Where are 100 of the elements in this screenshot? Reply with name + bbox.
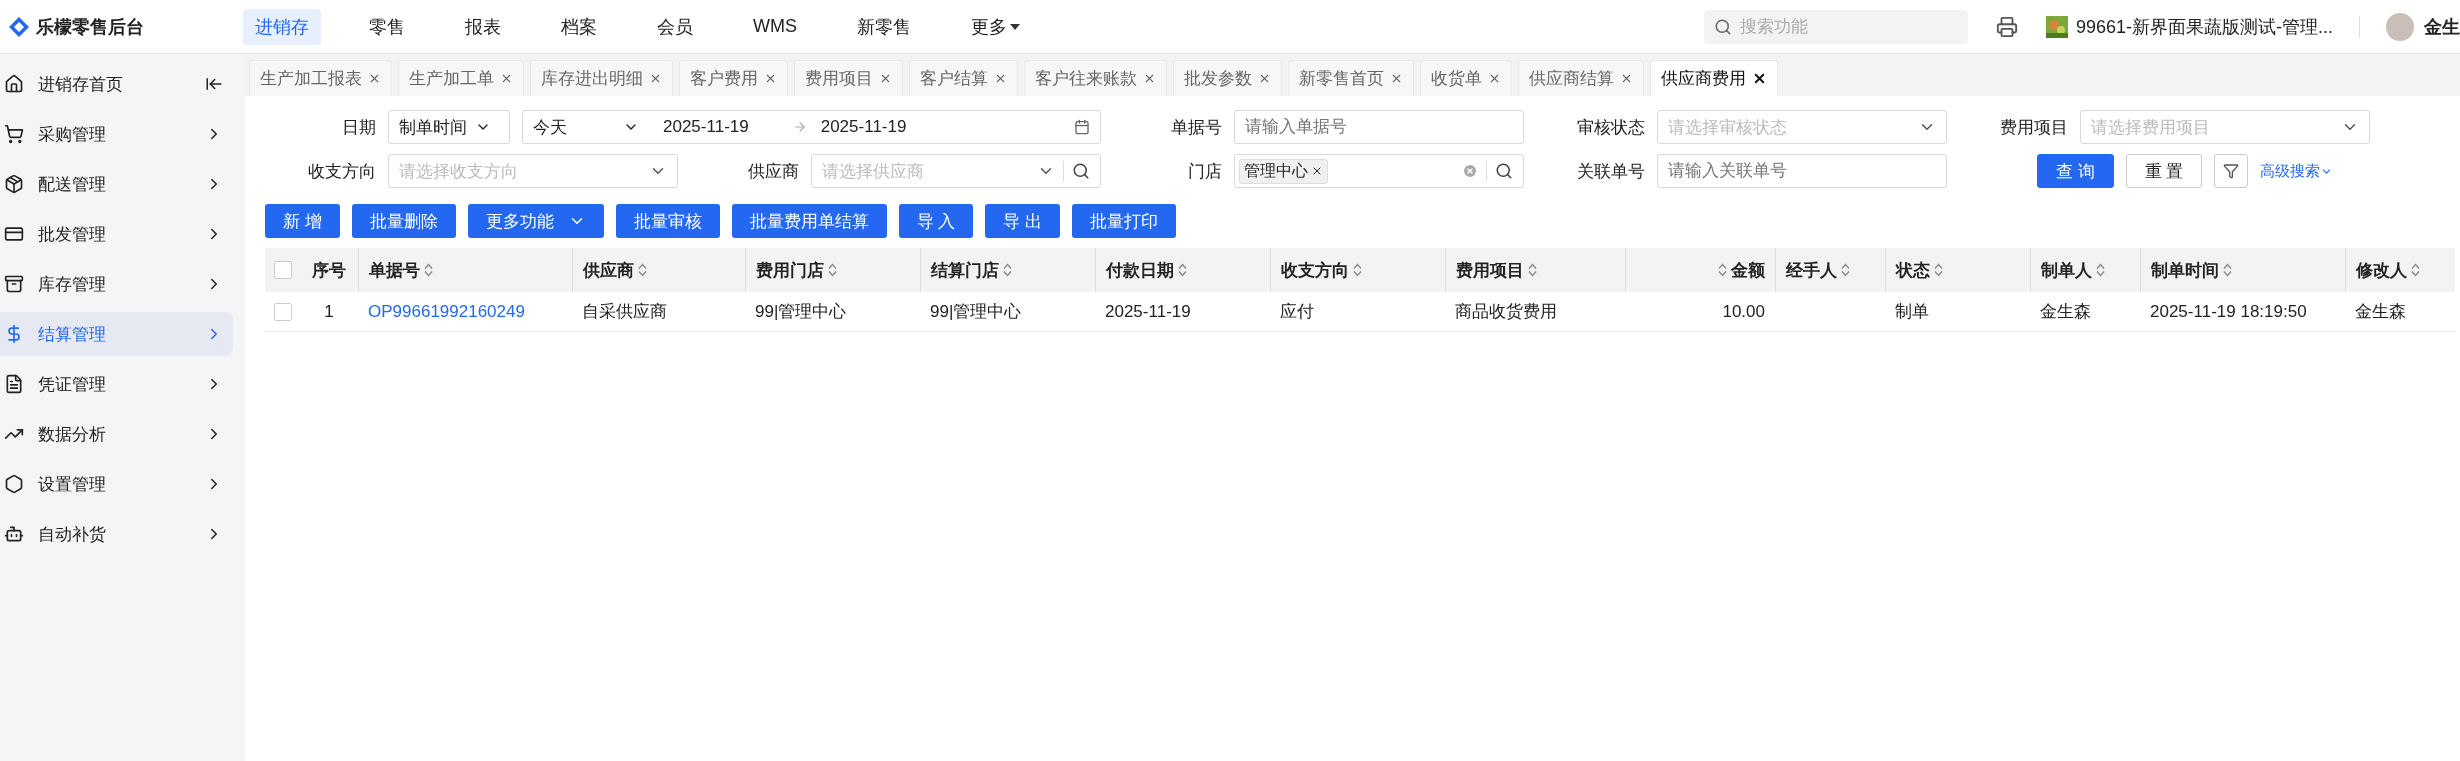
collapse-icon[interactable] <box>205 75 223 93</box>
column-header[interactable]: 制单人 <box>2030 248 2140 292</box>
sidebar-item[interactable]: 进销存首页 <box>0 62 233 106</box>
nav-item[interactable]: 新零售 <box>845 8 923 45</box>
action-button[interactable]: 导 出 <box>985 204 1061 238</box>
page-tab[interactable]: 库存进出明细 <box>530 60 673 96</box>
sidebar-item[interactable]: 凭证管理 <box>0 362 233 406</box>
column-header[interactable]: 供应商 <box>572 248 745 292</box>
table-cell: 商品收货费用 <box>1445 292 1625 332</box>
column-header[interactable]: 费用门店 <box>745 248 920 292</box>
sort-icon[interactable] <box>1841 263 1850 277</box>
action-button[interactable]: 批量删除 <box>351 204 456 238</box>
page-tab[interactable]: 收货单 <box>1420 60 1512 96</box>
page-tab[interactable]: 批发参数 <box>1173 60 1282 96</box>
sidebar-item[interactable]: 批发管理 <box>0 212 233 256</box>
nav-item[interactable]: 更多 <box>959 8 1032 45</box>
sort-icon[interactable] <box>1934 263 1943 277</box>
page-tab[interactable]: 客户结算 <box>909 60 1018 96</box>
user-avatar[interactable] <box>2386 12 2414 41</box>
close-icon[interactable] <box>1752 71 1767 86</box>
sort-icon[interactable] <box>1718 263 1727 277</box>
sort-icon[interactable] <box>2411 263 2420 277</box>
page-tab[interactable]: 供应商费用 <box>1650 60 1778 96</box>
table-cell: 2025-11-19 18:19:50 <box>2140 292 2345 332</box>
sort-icon[interactable] <box>828 263 837 277</box>
action-button[interactable]: 新 增 <box>265 204 340 238</box>
column-header[interactable]: 金额 <box>1625 248 1775 292</box>
user-name[interactable]: 金生 <box>2424 14 2460 39</box>
table-cell: 10.00 <box>1625 292 1775 332</box>
action-button[interactable]: 批量打印 <box>1072 204 1177 238</box>
store-switcher[interactable]: 99661-新界面果蔬版测试-管理... <box>2045 14 2333 39</box>
date-range-field[interactable]: 今天 2025-11-19 2025-11-19 <box>522 110 1101 144</box>
sort-icon[interactable] <box>1178 263 1187 277</box>
nav-item[interactable]: 进销存 <box>243 8 321 45</box>
nav-item[interactable]: 会员 <box>645 8 705 45</box>
start-date: 2025-11-19 <box>663 117 749 137</box>
advanced-search-link[interactable]: 高级搜索 <box>2260 161 2334 181</box>
input-field[interactable]: 请输入关联单号 <box>1657 154 1947 188</box>
sidebar-item[interactable]: 采购管理 <box>0 112 233 156</box>
page-tab[interactable]: 新零售首页 <box>1288 60 1414 96</box>
field-label: 日期 <box>341 116 377 139</box>
nav-item[interactable]: WMS <box>741 10 809 43</box>
search-icon <box>1495 162 1513 180</box>
sort-icon[interactable] <box>1353 263 1362 277</box>
checkbox[interactable] <box>273 261 292 279</box>
sidebar-item[interactable]: 库存管理 <box>0 262 233 306</box>
table-cell: 金生森 <box>2345 292 2455 332</box>
sidebar-item[interactable]: 结算管理 <box>0 312 233 356</box>
column-header[interactable]: 收支方向 <box>1270 248 1445 292</box>
page-tab[interactable]: 客户费用 <box>679 60 788 96</box>
column-header[interactable]: 修改人 <box>2345 248 2455 292</box>
sort-icon[interactable] <box>2223 263 2232 277</box>
sort-icon[interactable] <box>424 263 433 277</box>
sidebar-item[interactable]: 设置管理 <box>0 462 233 506</box>
page-tab[interactable]: 费用项目 <box>794 60 903 96</box>
document-icon <box>4 374 24 394</box>
archive-icon <box>4 274 24 294</box>
field-label: 供应商 <box>747 160 800 183</box>
reset-button[interactable]: 重 置 <box>2125 154 2203 188</box>
date-type-select[interactable]: 制单时间 <box>388 110 510 144</box>
action-button[interactable]: 更多功能 <box>467 204 604 238</box>
card-icon <box>4 224 24 244</box>
input-field[interactable]: 请输入单据号 <box>1234 110 1524 144</box>
column-header[interactable]: 状态 <box>1885 248 2030 292</box>
page-tab[interactable]: 供应商结算 <box>1518 60 1644 96</box>
action-button[interactable]: 批量审核 <box>615 204 720 238</box>
filter-button[interactable] <box>2214 154 2249 188</box>
sidebar-item[interactable]: 自动补货 <box>0 512 233 556</box>
checkbox[interactable] <box>273 302 292 321</box>
sidebar-item[interactable]: 配送管理 <box>0 162 233 206</box>
preset-value: 今天 <box>533 116 567 139</box>
column-header[interactable]: 付款日期 <box>1095 248 1270 292</box>
sort-icon[interactable] <box>1003 263 1012 277</box>
document-link[interactable]: OP99661992160249 <box>358 292 572 332</box>
nav-item[interactable]: 零售 <box>357 8 417 45</box>
page-tab[interactable]: 客户往来账款 <box>1024 60 1167 96</box>
column-header[interactable]: 单据号 <box>358 248 572 292</box>
action-button[interactable]: 导 入 <box>898 204 974 238</box>
sidebar-item[interactable]: 数据分析 <box>0 412 233 456</box>
cart-icon <box>4 124 24 144</box>
printer-icon[interactable] <box>1995 15 2018 38</box>
nav-item[interactable]: 报表 <box>453 8 513 45</box>
sort-icon[interactable] <box>638 263 647 277</box>
column-header[interactable]: 费用项目 <box>1445 248 1625 292</box>
store-select-field[interactable]: 管理中心 <box>1234 154 1524 188</box>
sort-icon[interactable] <box>2096 263 2105 277</box>
action-button[interactable]: 批量费用单结算 <box>731 204 887 238</box>
column-header[interactable]: 结算门店 <box>920 248 1095 292</box>
table-cell: 制单 <box>1885 292 2030 332</box>
field-label: 收支方向 <box>307 160 377 183</box>
nav-item[interactable]: 档案 <box>549 8 609 45</box>
page-tab[interactable]: 生产加工报表 <box>249 60 392 96</box>
query-button[interactable]: 查 询 <box>2037 154 2114 188</box>
close-icon[interactable] <box>1311 165 1323 177</box>
sort-icon[interactable] <box>1528 263 1537 277</box>
field-label: 门店 <box>1187 160 1223 183</box>
column-header[interactable]: 制单时间 <box>2140 248 2345 292</box>
column-header[interactable]: 经手人 <box>1775 248 1885 292</box>
clear-icon[interactable] <box>1462 163 1478 179</box>
page-tab[interactable]: 生产加工单 <box>398 60 524 96</box>
